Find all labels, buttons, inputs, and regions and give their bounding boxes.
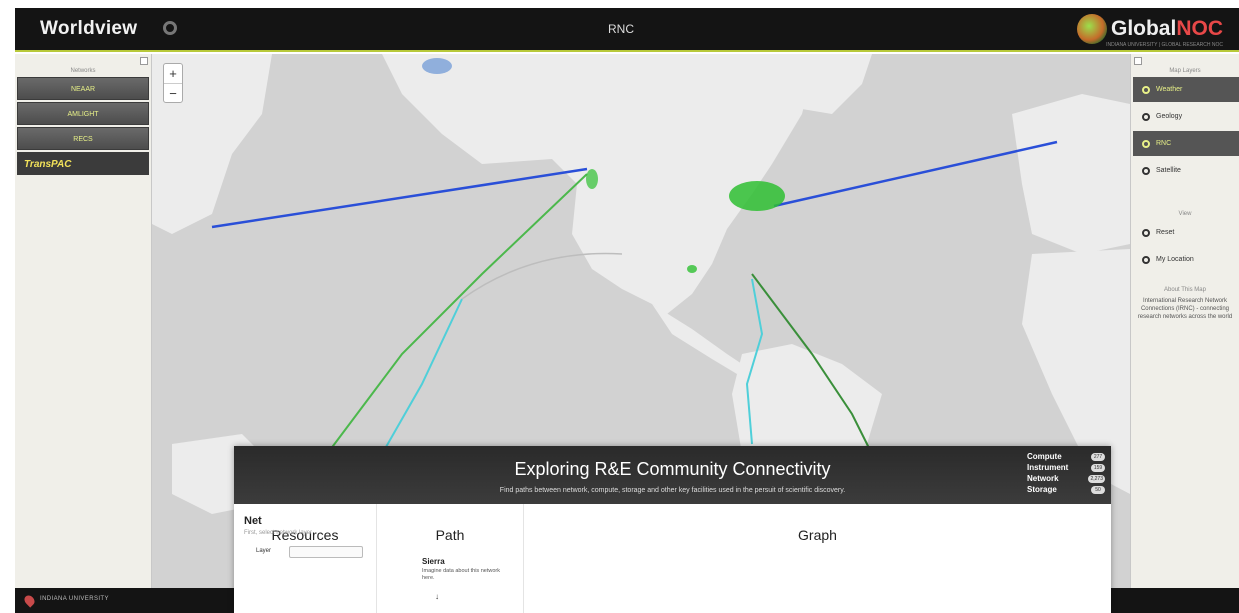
network-button-neaar[interactable]: NEAAR xyxy=(17,77,149,100)
worldview-app: Worldview RNC GlobalNOC INDIANA UNIVERSI… xyxy=(0,0,1239,613)
view-label: My Location xyxy=(1156,256,1194,263)
count-badge: 2,273 xyxy=(1088,474,1105,483)
brand-logo: GlobalNOC INDIANA UNIVERSITY | GLOBAL RE… xyxy=(1076,14,1223,48)
link-green-pacific xyxy=(326,173,588,455)
resource-counts: Compute 277 Instrument 159 Network 2,273… xyxy=(1027,451,1105,495)
layer-label: Geology xyxy=(1156,113,1183,120)
modal-title: Exploring R&E Community Connectivity xyxy=(514,459,831,479)
layer-geology[interactable]: Geology xyxy=(1133,104,1239,129)
site-cluster-west xyxy=(586,169,598,189)
page-title: RNC xyxy=(608,22,634,36)
layer-label: Weather xyxy=(1156,86,1183,93)
panel-collapse-icon[interactable] xyxy=(1134,57,1142,65)
cloud-icon xyxy=(1142,85,1150,94)
link-transatlantic xyxy=(773,140,1058,208)
europe-land xyxy=(1012,94,1130,254)
globe-icon xyxy=(1076,14,1107,44)
panel-collapse-icon[interactable] xyxy=(140,57,148,65)
path-node-description: Imagine data about this network here. xyxy=(422,568,500,581)
path-node-name[interactable]: Sierra xyxy=(422,557,445,566)
mountain-icon xyxy=(1142,112,1150,121)
graph-heading: Graph xyxy=(798,527,837,543)
path-column: Path Sierra Imagine data about this netw… xyxy=(377,504,524,613)
site-cluster-south xyxy=(687,265,697,273)
bottom-bar-text: INDIANA UNIVERSITY xyxy=(40,596,109,602)
network-button-amlight[interactable]: AMLIGHT xyxy=(17,102,149,125)
layer-rnc[interactable]: RNC xyxy=(1133,131,1239,156)
network-button-transpac[interactable]: TransPAC xyxy=(17,152,149,175)
modal-header: Exploring R&E Community Connectivity Fin… xyxy=(234,446,1111,504)
connectivity-modal: Exploring R&E Community Connectivity Fin… xyxy=(234,446,1111,613)
left-panel-heading: Networks xyxy=(70,68,96,74)
layer-weather[interactable]: Weather xyxy=(1133,77,1239,102)
app-logo[interactable]: Worldview xyxy=(40,18,137,40)
site-cluster-alaska xyxy=(422,58,452,74)
central-america-land xyxy=(652,304,742,374)
count-badge: 277 xyxy=(1091,452,1105,461)
top-bar: Worldview RNC GlobalNOC INDIANA UNIVERSI… xyxy=(15,8,1239,52)
net-title: Net xyxy=(244,515,262,527)
note-text: International Research Network Connectio… xyxy=(1137,298,1233,320)
left-panel: Networks NEAAR AMLIGHT RECS TransPAC xyxy=(15,54,152,588)
count-label: Compute xyxy=(1027,452,1062,461)
count-row-instrument: Instrument 159 xyxy=(1027,462,1105,473)
brand-name: GlobalNOC xyxy=(1111,17,1223,41)
network-button-recs[interactable]: RECS xyxy=(17,127,149,150)
count-row-storage: Storage 50 xyxy=(1027,484,1105,495)
location-icon xyxy=(1142,255,1150,264)
zoom-out-button[interactable]: − xyxy=(164,83,182,102)
view-heading: View xyxy=(1178,211,1192,217)
graph-column: Graph xyxy=(524,504,1111,613)
zoom-in-button[interactable]: + xyxy=(164,64,182,83)
count-label: Network xyxy=(1027,474,1059,483)
right-panel: Map Layers Weather Geology RNC Satellite… xyxy=(1130,54,1239,588)
view-label: Reset xyxy=(1156,229,1175,236)
reset-icon xyxy=(1142,228,1150,237)
count-row-compute: Compute 277 xyxy=(1027,451,1105,462)
path-heading: Path xyxy=(435,527,465,543)
layer-label: RNC xyxy=(1156,140,1172,147)
count-badge: 50 xyxy=(1091,485,1105,494)
brand-name-part-a: Global xyxy=(1110,17,1177,40)
brand-subtitle: INDIANA UNIVERSITY | GLOBAL RESEARCH NOC xyxy=(1106,42,1223,48)
brand-name-part-b: NOC xyxy=(1176,17,1223,40)
note-heading: About This Map xyxy=(1164,287,1206,293)
link-cyan-pacific xyxy=(381,298,463,455)
zoom-control: + − xyxy=(163,63,183,103)
network-icon xyxy=(1142,139,1150,148)
arrow-down-icon: ↓ xyxy=(435,592,439,601)
location-pin-icon xyxy=(22,593,37,608)
count-label: Instrument xyxy=(1027,463,1069,472)
settings-icon[interactable] xyxy=(163,21,177,35)
right-panel-heading: Map Layers xyxy=(1169,68,1201,74)
view-my-location[interactable]: My Location xyxy=(1133,247,1239,272)
view-reset[interactable]: Reset xyxy=(1133,220,1239,245)
count-label: Storage xyxy=(1027,485,1057,494)
count-badge: 159 xyxy=(1091,463,1105,472)
map-note: About This Map International Research Ne… xyxy=(1137,286,1233,321)
site-cluster-east xyxy=(729,181,785,211)
modal-subtitle: Find paths between network, compute, sto… xyxy=(499,487,846,494)
satellite-icon xyxy=(1142,166,1150,175)
net-hint: First, select network layer xyxy=(244,530,313,536)
layer-label: Satellite xyxy=(1156,167,1181,174)
count-row-network: Network 2,273 xyxy=(1027,473,1105,484)
layer-satellite[interactable]: Satellite xyxy=(1133,158,1239,183)
link-transpacific xyxy=(211,167,588,229)
layer-label: Layer xyxy=(256,548,272,554)
layer-select[interactable] xyxy=(289,546,363,558)
